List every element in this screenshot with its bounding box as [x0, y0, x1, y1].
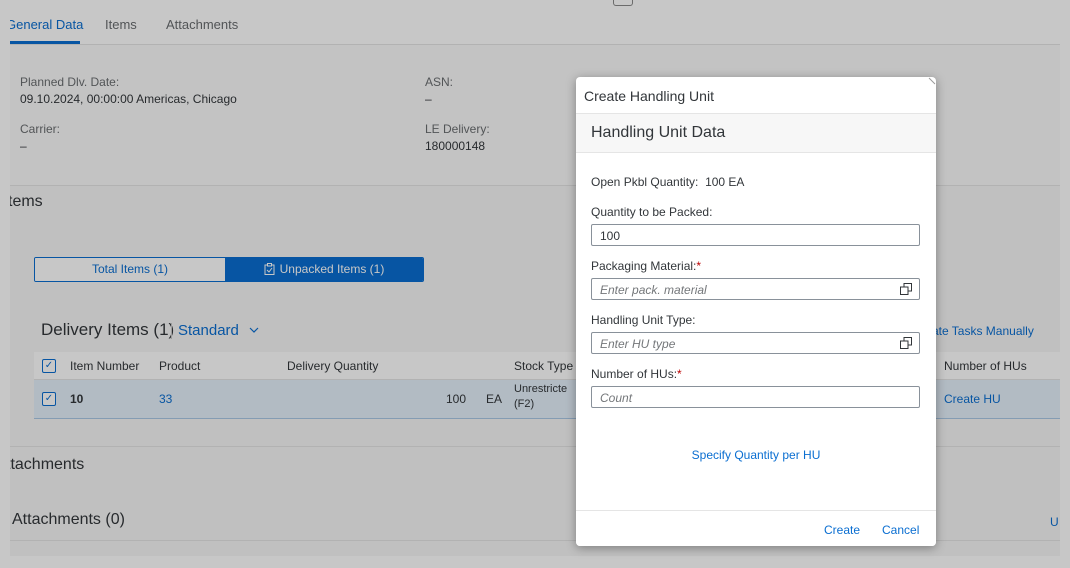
packaging-material-placeholder: Enter pack. material	[600, 283, 707, 297]
number-of-hus-label-text: Number of HUs:	[591, 367, 678, 381]
cancel-button[interactable]: Cancel	[882, 523, 919, 537]
create-button[interactable]: Create	[824, 523, 860, 537]
dialog-title: Create Handling Unit	[584, 88, 714, 104]
open-quantity-label: Open Pkbl Quantity: 100 EA	[591, 175, 744, 189]
quantity-to-pack-label: Quantity to be Packed:	[591, 205, 713, 219]
dialog-subheader: Handling Unit Data	[576, 113, 936, 153]
packaging-material-input[interactable]: Enter pack. material	[591, 278, 920, 300]
number-of-hus-label: Number of HUs:*	[591, 367, 682, 381]
handling-unit-type-placeholder: Enter HU type	[600, 337, 676, 351]
packaging-material-label: Packaging Material:*	[591, 259, 701, 273]
specify-quantity-per-hu-link[interactable]: Specify Quantity per HU	[576, 448, 936, 462]
required-marker: *	[677, 367, 682, 381]
create-handling-unit-dialog: Create Handling Unit Handling Unit Data …	[576, 77, 936, 546]
open-quantity-label-text: Open Pkbl Quantity:	[591, 175, 699, 189]
value-help-icon[interactable]	[900, 337, 912, 349]
open-quantity-value: 100 EA	[705, 175, 745, 189]
handling-unit-type-input[interactable]: Enter HU type	[591, 332, 920, 354]
required-marker: *	[696, 259, 702, 273]
quantity-to-pack-value: 100	[600, 229, 621, 243]
value-help-icon[interactable]	[900, 283, 912, 295]
packaging-material-label-text: Packaging Material:	[591, 259, 697, 273]
handling-unit-type-label: Handling Unit Type:	[591, 313, 696, 327]
dialog-subtitle: Handling Unit Data	[591, 124, 726, 141]
dialog-footer: Create Cancel	[576, 510, 936, 546]
number-of-hus-placeholder: Count	[600, 391, 633, 405]
resize-handle-icon[interactable]	[928, 77, 936, 85]
quantity-to-pack-input[interactable]: 100	[591, 224, 920, 246]
number-of-hus-input[interactable]: Count	[591, 386, 920, 408]
